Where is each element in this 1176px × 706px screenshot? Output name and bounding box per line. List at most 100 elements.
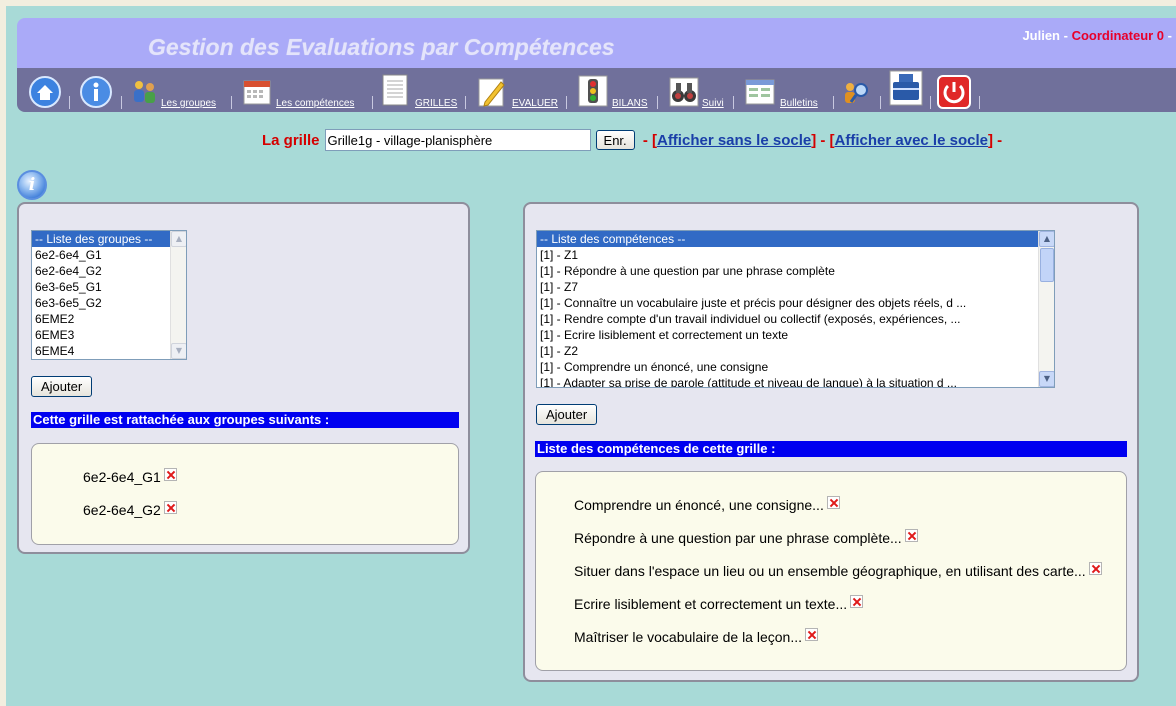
grid-label: La grille — [262, 131, 320, 149]
user-separator: - — [1060, 28, 1072, 43]
list-option[interactable]: 6EME4 — [32, 343, 186, 359]
toolbar-bilans-button[interactable]: BILANS — [578, 68, 653, 112]
attached-group: 6e2-6e4_G1 — [83, 467, 177, 485]
grid-name-input[interactable] — [324, 129, 591, 151]
user-name: Julien — [1022, 28, 1061, 43]
list-option[interactable]: [1] - Connaître un vocabulaire juste et … — [537, 295, 1054, 311]
delete-icon[interactable] — [850, 594, 864, 608]
attached-skill-label: Comprendre un énoncé, une consigne... — [574, 497, 824, 513]
list-option[interactable]: [1] - Z7 — [537, 279, 1054, 295]
info-icon[interactable]: i — [17, 170, 47, 200]
attached-skill-label: Maîtriser le vocabulaire de la leçon... — [574, 629, 802, 645]
toolbar-grilles-label: GRILLES — [415, 98, 458, 109]
groups-scrollbar[interactable]: ▲ ▼ — [170, 231, 186, 359]
toolbar-separator — [657, 96, 658, 109]
scroll-down-icon[interactable]: ▼ — [1039, 371, 1054, 387]
show-with-base-link[interactable]: Afficher avec le socle — [835, 132, 988, 149]
scroll-thumb[interactable] — [1040, 248, 1054, 282]
list-option[interactable]: 6e2-6e4_G2 — [32, 263, 186, 279]
attached-skill: Maîtriser le vocabulaire de la leçon... — [574, 627, 818, 645]
groups-listbox[interactable]: -- Liste des groupes -- 6e2-6e4_G1 6e2-6e4… — [31, 230, 187, 360]
attached-groups-header: Cette grille est rattachée aux groupes s… — [31, 412, 459, 428]
list-option[interactable]: 6EME2 — [32, 311, 186, 327]
attached-skill: Répondre à une question par une phrase c… — [574, 528, 918, 546]
window-frame-left — [0, 0, 6, 706]
attached-groups-box: 6e2-6e4_G1 6e2-6e4_G2 — [31, 443, 459, 545]
user-role: Coordinateur 0 — [1071, 28, 1165, 43]
skills-listbox[interactable]: -- Liste des compétences -- [1] - Z1 [1] -… — [536, 230, 1055, 388]
toolbar-logout-button[interactable] — [937, 68, 973, 112]
toolbar-separator — [833, 96, 834, 109]
toolbar-info-button[interactable] — [79, 68, 115, 112]
list-option[interactable]: [1] - Adapter sa prise de parole (attitu… — [537, 375, 1054, 387]
add-skill-button[interactable]: Ajouter — [536, 404, 598, 425]
delete-icon[interactable] — [826, 495, 840, 509]
calendar-icon — [243, 80, 271, 105]
attached-group: 6e2-6e4_G2 — [83, 500, 177, 518]
delete-icon[interactable] — [163, 467, 177, 481]
power-icon — [937, 75, 971, 109]
grid-skills-box: Comprendre un énoncé, une consigne... Rép… — [535, 471, 1127, 671]
attached-skill: Ecrire lisiblement et correctement un te… — [574, 594, 864, 612]
toolbar-competences-label: Les compétences — [276, 98, 355, 109]
list-option[interactable]: [1] - Comprendre un énoncé, une consigne — [537, 359, 1054, 375]
binoculars-icon — [669, 77, 699, 107]
list-option[interactable]: [1] - Ecrire lisiblement et correctement… — [537, 327, 1054, 343]
toolbar-bulletins-button[interactable]: Bulletins — [745, 68, 830, 112]
app-title: Gestion des Evaluations par Compétences — [148, 34, 615, 60]
groups-panel: -- Liste des groupes -- 6e2-6e4_G1 6e2-6e4… — [17, 202, 470, 554]
bulletin-icon — [745, 79, 775, 105]
toolbar-bilans-label: BILANS — [612, 98, 648, 109]
grid-link-separator: - [ — [638, 131, 657, 149]
groups-icon — [134, 81, 155, 103]
scroll-down-icon[interactable]: ▼ — [171, 343, 186, 359]
toolbar-competences-button[interactable]: Les compétences — [243, 68, 368, 112]
list-option[interactable]: [1] - Rendre compte d'un travail individ… — [537, 311, 1054, 327]
list-option[interactable]: 6e2-6e4_G1 — [32, 247, 186, 263]
toolbar-separator — [372, 96, 373, 109]
skills-panel: -- Liste des compétences -- [1] - Z1 [1] -… — [523, 202, 1139, 682]
toolbar-home-button[interactable] — [28, 68, 64, 112]
toolbar-separator — [69, 96, 70, 109]
home-icon — [29, 76, 61, 108]
window-frame-top — [0, 0, 1176, 6]
attached-group-label: 6e2-6e4_G1 — [83, 469, 161, 485]
show-without-base-link[interactable]: Afficher sans le socle — [657, 132, 811, 149]
delete-icon[interactable] — [163, 500, 177, 514]
skills-scrollbar[interactable]: ▲ ▼ — [1038, 231, 1054, 387]
attached-skill-label: Ecrire lisiblement et correctement un te… — [574, 596, 848, 612]
attached-skill-label: Répondre à une question par une phrase c… — [574, 530, 902, 546]
toolbar-suivi-button[interactable]: Suivi — [669, 68, 729, 112]
header-banner: Gestion des Evaluations par Compétences … — [17, 18, 1176, 68]
add-group-button[interactable]: Ajouter — [31, 376, 93, 397]
attached-skill-label: Situer dans l'espace un lieu ou un ensem… — [574, 563, 1086, 579]
toolbar-separator — [121, 96, 122, 109]
traffic-light-icon — [578, 75, 608, 107]
list-option[interactable]: 6e3-6e5_G1 — [32, 279, 186, 295]
grid-selector-row: La grille Enr. - [ Afficher sans le socl… — [262, 129, 1002, 151]
toolbar-admin-button[interactable] — [889, 68, 925, 112]
toolbar-bulletins-label: Bulletins — [780, 98, 818, 109]
toolbar-groups-button[interactable]: Les groupes — [129, 68, 229, 112]
grid-save-button[interactable]: Enr. — [595, 130, 635, 150]
toolbar-evaluer-button[interactable]: EVALUER — [477, 68, 562, 112]
delete-icon[interactable] — [805, 627, 818, 641]
list-option[interactable]: [1] - Z1 — [537, 247, 1054, 263]
list-option[interactable]: -- Liste des groupes -- — [32, 231, 186, 247]
list-option[interactable]: 6EME3 — [32, 327, 186, 343]
toolbar-search-button[interactable] — [839, 68, 875, 112]
scroll-up-icon[interactable]: ▲ — [1039, 231, 1054, 247]
delete-icon[interactable] — [1088, 561, 1102, 575]
list-option[interactable]: [1] - Z2 — [537, 343, 1054, 359]
list-option[interactable]: [1] - Répondre à une question par une ph… — [537, 263, 1054, 279]
grid-link-separator: ] - [ — [811, 131, 835, 149]
list-option[interactable]: -- Liste des compétences -- — [537, 231, 1054, 247]
delete-icon[interactable] — [904, 528, 918, 542]
toolbar-grilles-button[interactable]: GRILLES — [381, 68, 461, 112]
toolbar-evaluer-label: EVALUER — [512, 98, 558, 109]
toolbar-separator — [930, 96, 931, 109]
toolbar-groups-label: Les groupes — [161, 98, 217, 109]
list-option[interactable]: 6e3-6e5_G2 — [32, 295, 186, 311]
user-info: Julien - Coordinateur 0 - — [1022, 28, 1172, 43]
scroll-up-icon[interactable]: ▲ — [171, 231, 186, 247]
